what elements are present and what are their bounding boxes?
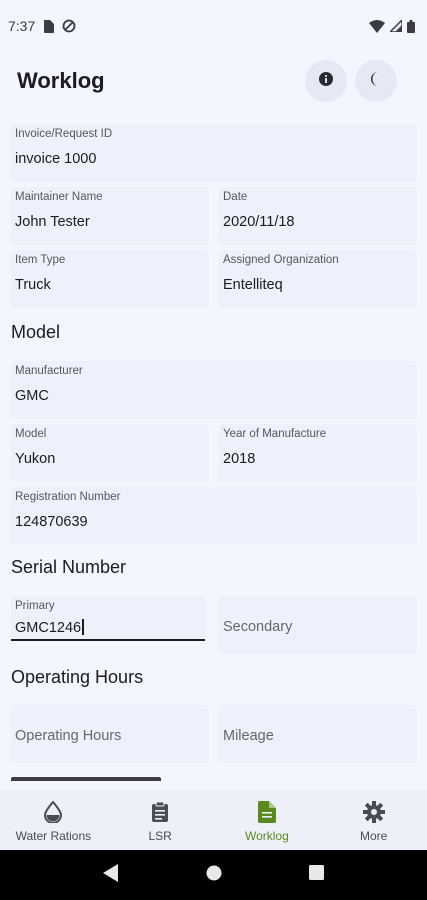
maintainer-field[interactable]: Maintainer Name John Tester	[11, 187, 209, 245]
operating-hours-field[interactable]: Operating Hours	[11, 705, 209, 763]
year-value: 2018	[223, 451, 256, 467]
manufacturer-label: Manufacturer	[15, 365, 83, 377]
moon-icon	[368, 71, 384, 92]
maintainer-label: Maintainer Name	[15, 191, 103, 203]
date-label: Date	[223, 191, 248, 203]
registration-label: Registration Number	[15, 491, 121, 503]
clipped-next-section	[11, 773, 161, 781]
organization-field[interactable]: Assigned Organization Entelliteq	[219, 250, 417, 308]
item-type-field[interactable]: Item Type Truck	[11, 250, 209, 308]
section-serial-title: Serial Number	[11, 557, 127, 577]
dark-mode-button[interactable]	[355, 60, 397, 102]
nav-item-water-rations[interactable]: Water Rations	[0, 790, 107, 850]
info-icon	[318, 71, 334, 92]
section-model-title: Model	[11, 322, 61, 342]
nav-label: Water Rations	[15, 829, 92, 843]
invoice-value: invoice 1000	[15, 151, 97, 167]
date-field[interactable]: Date 2020/11/18	[219, 187, 417, 245]
nav-item-more[interactable]: More	[320, 790, 427, 850]
item-type-value: Truck	[15, 277, 51, 293]
cell-signal-icon	[390, 20, 402, 32]
year-field[interactable]: Year of Manufacture 2018	[219, 424, 417, 482]
app-bar: Worklog	[0, 52, 427, 110]
serial-primary-value: GMC1246	[15, 620, 82, 636]
model-label: Model	[15, 428, 47, 440]
year-label: Year of Manufacture	[223, 428, 327, 440]
bottom-navigation: Water Rations LSR Worklog More	[0, 790, 427, 850]
system-navigation-bar	[0, 850, 427, 900]
clipboard-icon	[151, 801, 169, 826]
nav-label: More	[359, 829, 388, 843]
nav-item-worklog[interactable]: Worklog	[214, 790, 321, 850]
mileage-field[interactable]: Mileage	[219, 705, 417, 763]
text-caret	[82, 619, 84, 635]
organization-value: Entelliteq	[223, 277, 283, 293]
model-field[interactable]: Model Yukon	[11, 424, 209, 482]
home-icon[interactable]	[206, 865, 222, 886]
serial-primary-label: Primary	[15, 600, 55, 612]
mileage-placeholder: Mileage	[223, 728, 274, 744]
manufacturer-field[interactable]: Manufacturer GMC	[11, 361, 417, 419]
page-title: Worklog	[17, 68, 105, 93]
battery-icon	[407, 19, 415, 33]
back-icon[interactable]	[103, 863, 119, 887]
nav-item-lsr[interactable]: LSR	[107, 790, 214, 850]
info-button[interactable]	[305, 60, 347, 102]
status-bar: 7:37	[0, 0, 427, 52]
invoice-label: Invoice/Request ID	[15, 128, 113, 140]
serial-secondary-field[interactable]: Secondary	[219, 596, 417, 654]
item-type-label: Item Type	[15, 254, 66, 266]
status-time: 7:37	[8, 18, 36, 34]
recents-icon[interactable]	[308, 865, 324, 885]
operating-hours-placeholder: Operating Hours	[15, 728, 122, 744]
organization-label: Assigned Organization	[223, 254, 339, 266]
manufacturer-value: GMC	[15, 388, 49, 404]
date-value: 2020/11/18	[223, 214, 295, 230]
section-hours-title: Operating Hours	[11, 667, 144, 687]
model-value: Yukon	[15, 451, 56, 467]
sim-card-icon	[43, 19, 55, 33]
nav-label: Worklog	[244, 829, 289, 843]
registration-value: 124870639	[15, 514, 88, 530]
maintainer-value: John Tester	[15, 214, 90, 230]
data-saver-icon	[62, 19, 76, 33]
nav-label: LSR	[148, 829, 172, 843]
water-drop-icon	[43, 800, 63, 826]
document-icon	[257, 801, 276, 826]
gear-icon	[362, 801, 385, 826]
wifi-icon	[369, 19, 385, 33]
serial-primary-field[interactable]: Primary GMC1246	[11, 596, 205, 641]
invoice-field[interactable]: Invoice/Request ID invoice 1000	[11, 124, 417, 182]
worklog-form[interactable]: Invoice/Request ID invoice 1000 Maintain…	[0, 122, 427, 790]
serial-secondary-placeholder: Secondary	[223, 619, 293, 635]
registration-field[interactable]: Registration Number 124870639	[11, 487, 417, 545]
